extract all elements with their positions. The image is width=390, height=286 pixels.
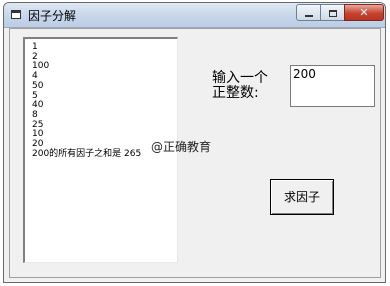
minimize-button[interactable] [296,4,321,21]
find-factors-button[interactable]: 求因子 [270,179,334,215]
prompt-line-1: 输入一个 [212,70,268,86]
list-item[interactable]: 50 [25,81,177,92]
maximize-icon [328,9,337,17]
window-title: 因子分解 [28,9,77,23]
list-item[interactable]: 100 [25,62,177,72]
close-button[interactable]: ✕ [344,4,384,21]
prompt-line-2: 正整数: [212,85,259,101]
list-item[interactable]: 4 [25,71,177,82]
close-icon: ✕ [359,6,369,19]
title-bar[interactable]: 因子分解 ✕ [4,3,385,28]
list-item[interactable]: 40 [25,101,177,111]
list-item[interactable]: 5 [25,91,177,102]
list-item[interactable]: 8 [25,110,177,121]
watermark-text: @正确教育 [151,140,212,154]
number-input[interactable]: 200 [290,65,375,107]
maximize-button[interactable] [320,4,345,21]
app-window: 因子分解 ✕ 1 2 100 4 50 5 40 8 25 10 20 200的所有因子之和是 265… [3,2,386,283]
minimize-icon [304,15,313,17]
input-prompt-label: 输入一个 正整数: [212,71,268,101]
list-item[interactable]: 25 [25,120,177,131]
form-client-area: 1 2 100 4 50 5 40 8 25 10 20 200的所有因子之和是 265 输入一个 正… [9,28,381,278]
list-item[interactable]: 1 [25,42,177,53]
window-icon[interactable] [11,10,21,19]
